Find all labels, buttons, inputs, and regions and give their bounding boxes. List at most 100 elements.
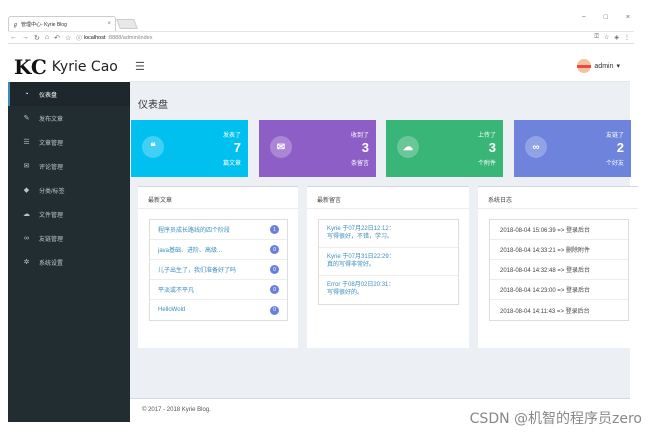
sidebar-item-label: 发布文章	[39, 116, 64, 123]
comment-text[interactable]: 写得很好，不错，学习。	[327, 234, 393, 240]
list-item: 程序员成长路线的四个阶段 1	[150, 220, 287, 240]
stat-value: 2	[616, 140, 624, 155]
list-icon: ☰	[23, 139, 30, 146]
latest-articles-panel: 最新文章 程序员成长路线的四个阶段 1 java基础、进阶、高级... 0 儿子出生了，…	[138, 186, 298, 348]
list-item: HelloWold 0	[150, 300, 287, 320]
tags-icon: ◆	[23, 187, 30, 194]
new-tab-button[interactable]	[116, 19, 138, 29]
comment-count-badge: 0	[270, 305, 279, 315]
hamburger-icon[interactable]: ☰	[135, 60, 145, 73]
sidebar-item-7[interactable]: ✲ 系统设置	[8, 250, 130, 274]
sidebar-item-3[interactable]: ✉ 评论管理	[8, 154, 130, 178]
sidebar-item-label: 分类/标签	[39, 188, 65, 195]
article-link[interactable]: java基础、进阶、高级...	[158, 245, 270, 254]
page-title: 仪表盘	[138, 100, 168, 111]
maximize-button[interactable]: □	[604, 14, 608, 21]
latest-comments-panel: 最新留言 Kyrie 于07月22日12:12： 写得很好，不错，学习。 Kyrie…	[307, 186, 469, 348]
article-link[interactable]: 儿子出生了，我们准备好了吗	[158, 265, 270, 274]
close-window-button[interactable]: ×	[626, 14, 630, 21]
sidebar-item-1[interactable]: ✎ 发布文章	[8, 106, 130, 130]
quote-icon: ❝	[142, 136, 164, 158]
tab-title: 管理中心- Kyrie Blog	[21, 21, 67, 28]
logo-mark: KC	[14, 55, 47, 79]
comment-text[interactable]: 真的写得非常好。	[327, 262, 375, 268]
stat-value: 3	[361, 140, 369, 155]
sidebar-item-label: 文章管理	[39, 140, 64, 147]
user-menu[interactable]: admin ▾	[577, 59, 620, 73]
link-icon: ∞	[525, 136, 547, 158]
stat-sub: 条留言	[350, 161, 369, 167]
undo-icon[interactable]: ↶	[54, 34, 60, 42]
browser-tab[interactable]: ℊ 管理中心- Kyrie Blog ×	[8, 16, 116, 31]
panel-title: 系统日志	[478, 187, 638, 209]
extension-icon[interactable]: ◈	[614, 34, 619, 41]
cloud-upload-icon: ☁	[23, 211, 30, 218]
favicon-icon: ℊ	[13, 21, 19, 28]
edit-icon: ✎	[23, 115, 30, 122]
system-log-panel: 系统日志 2018-08-04 15:06:39 => 登录后台 2018-08-…	[478, 186, 638, 348]
sidebar: ◔ 仪表盘 ✎ 发布文章 ☰ 文章管理 ✉ 评论管理 ◆ 分类/标签 ☁ 文件管理 ∞ 友链管理 ✲ 系统设置	[8, 82, 130, 422]
sidebar-item-4[interactable]: ◆ 分类/标签	[8, 178, 130, 202]
comment-text[interactable]: 写得很好的。	[327, 290, 363, 296]
articles-list: 程序员成长路线的四个阶段 1 java基础、进阶、高级... 0 儿子出生了，我们准备好…	[149, 219, 288, 321]
stat-box[interactable]: ❝ 发表了 7 篇文章	[131, 120, 248, 177]
window-controls: − □ ×	[582, 14, 630, 21]
url-field[interactable]: ⓘ localhost:8888/admin/index	[76, 34, 152, 42]
key-icon[interactable]: ⚿	[594, 34, 599, 41]
article-link[interactable]: 程序员成长路线的四个阶段	[158, 225, 270, 234]
sidebar-item-2[interactable]: ☰ 文章管理	[8, 130, 130, 154]
list-item: java基础、进阶、高级... 0	[150, 240, 287, 260]
stat-label: 收到了	[350, 133, 369, 139]
watermark: CSDN @机智的程序员zero	[469, 411, 642, 427]
info-icon: ⓘ	[76, 35, 82, 42]
comment-author[interactable]: Kyrie 于07月31日22:29：	[327, 254, 395, 260]
list-item: Error 于08月02日20:31： 写得很好的。	[319, 276, 458, 304]
stat-sub: 个附件	[477, 161, 496, 167]
stat-label: 友链了	[605, 133, 624, 139]
stat-box[interactable]: ∞ 友链了 2 个好友	[514, 120, 631, 177]
log-entry: 2018-08-04 14:23:00 => 登录后台	[490, 280, 628, 300]
avatar	[577, 59, 592, 73]
article-link[interactable]: 平淡或不平凡	[158, 285, 270, 294]
address-bar-row: ← → ↻ ⌂ ↶ ☆ ⓘ localhost:8888/admin/index…	[8, 31, 634, 44]
url-host: localhost	[83, 34, 106, 41]
article-link[interactable]: HelloWold	[158, 307, 270, 313]
minimize-button[interactable]: −	[582, 14, 586, 21]
bookmark-star-icon[interactable]: ☆	[604, 34, 609, 41]
sidebar-item-5[interactable]: ☁ 文件管理	[8, 202, 130, 226]
list-item: Kyrie 于07月31日22:29： 真的写得非常好。	[319, 248, 458, 276]
back-icon[interactable]: ←	[10, 34, 17, 41]
cloud-upload-icon: ☁	[397, 136, 419, 158]
brand-name: Kyrie Cao	[51, 59, 118, 75]
brand-logo[interactable]: KC Kyrie Cao	[8, 52, 130, 82]
stat-label: 上传了	[477, 133, 496, 139]
comment-count-badge: 1	[270, 225, 279, 234]
address-bar-actions: ⚿ ☆ ◈ ⋮	[594, 34, 634, 41]
comment-count-badge: 0	[270, 245, 279, 254]
comment-count-badge: 0	[270, 265, 279, 274]
star-icon[interactable]: ☆	[65, 34, 71, 42]
home-icon[interactable]: ⌂	[45, 34, 49, 41]
caret-down-icon: ▾	[616, 63, 620, 70]
stat-sub: 个好友	[605, 161, 624, 167]
log-entry: 2018-08-04 14:32:48 => 登录后台	[490, 260, 628, 280]
menu-dots-icon[interactable]: ⋮	[624, 34, 630, 41]
comment-author[interactable]: Error 于08月02日20:31：	[327, 282, 394, 288]
panel-title: 最新文章	[138, 187, 298, 209]
list-item: 儿子出生了，我们准备好了吗 0	[150, 260, 287, 280]
sidebar-item-6[interactable]: ∞ 友链管理	[8, 226, 130, 250]
reload-icon[interactable]: ↻	[34, 34, 40, 42]
comment-author[interactable]: Kyrie 于07月22日12:12：	[327, 226, 395, 232]
forward-icon[interactable]: →	[22, 34, 29, 41]
stat-box[interactable]: ✉ 收到了 3 条留言	[259, 120, 376, 177]
log-entry: 2018-08-04 14:11:43 => 登录后台	[500, 308, 590, 315]
list-item: 平淡或不平凡 0	[150, 280, 287, 300]
stat-box[interactable]: ☁ 上传了 3 个附件	[386, 120, 503, 177]
sidebar-item-label: 文件管理	[39, 212, 64, 219]
comment-count-badge: 0	[270, 285, 279, 294]
sidebar-item-0[interactable]: ◔ 仪表盘	[8, 82, 130, 106]
url-path: :8888/admin/index	[107, 34, 153, 41]
dashboard-icon: ◔	[24, 90, 29, 98]
tab-close-icon[interactable]: ×	[107, 21, 111, 27]
browser-chrome: ℊ 管理中心- Kyrie Blog × − □ × ← → ↻ ⌂ ↶ ☆ ⓘ…	[8, 12, 634, 52]
